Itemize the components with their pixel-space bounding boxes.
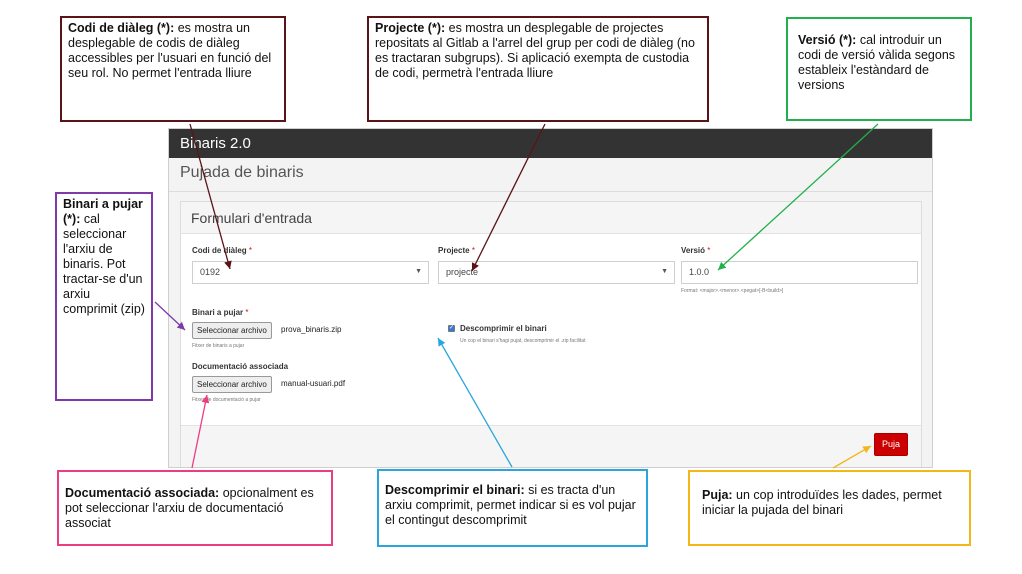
callout-documentacio-title: Documentació associada: <box>65 486 220 500</box>
callout-codi-title: Codi de diàleg (*): <box>68 21 175 35</box>
callout-puja: Puja: un cop introduïdes les dades, perm… <box>688 470 971 546</box>
callout-puja-text: un cop introduïdes les dades, permet ini… <box>702 488 942 517</box>
callout-descomprimir-title: Descomprimir el binari: <box>385 483 525 497</box>
callout-versio: Versió (*): cal introduir un codi de ver… <box>786 17 972 121</box>
callout-documentacio: Documentació associada: opcionalment es … <box>57 470 333 546</box>
callout-projecte-title: Projecte (*): <box>375 21 446 35</box>
arrow-descomprimir <box>437 337 513 468</box>
arrow-documentacio <box>191 394 210 469</box>
callout-binari: Binari a pujar (*): cal seleccionar l'ar… <box>55 192 153 401</box>
callout-projecte: Projecte (*): es mostra un desplegable d… <box>367 16 709 122</box>
callout-puja-title: Puja: <box>702 488 733 502</box>
callout-binari-text: cal seleccionar l'arxiu de binaris. Pot … <box>63 212 145 316</box>
callout-codi: Codi de diàleg (*): es mostra un despleg… <box>60 16 286 122</box>
arrow-codi <box>189 123 232 270</box>
arrow-puja <box>832 445 872 469</box>
arrow-projecte <box>471 123 546 272</box>
arrow-binari <box>154 301 186 331</box>
callout-descomprimir: Descomprimir el binari: si es tracta d'u… <box>377 469 648 547</box>
callout-binari-title: Binari a pujar (*): <box>63 197 143 226</box>
callout-versio-title: Versió (*): <box>798 33 857 47</box>
arrow-versio <box>717 123 879 271</box>
